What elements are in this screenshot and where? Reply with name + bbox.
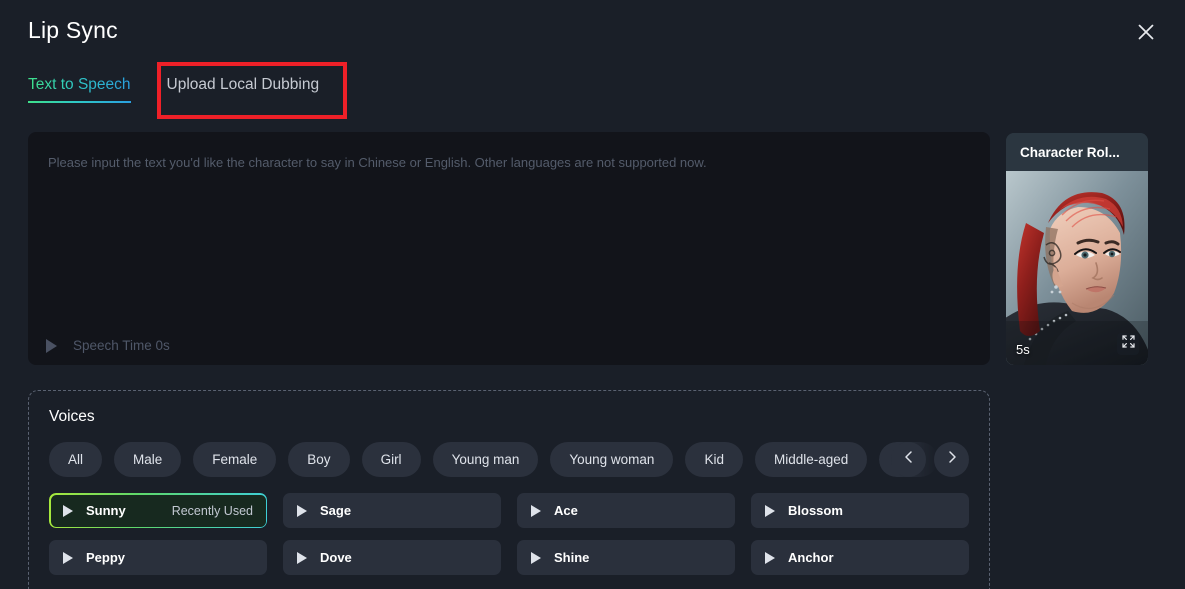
voice-filter-nav [891,442,969,477]
voice-grid: Sunny Recently Used Sage Ace Blossom Pep… [49,493,969,575]
voice-filter-female[interactable]: Female [193,442,277,477]
voice-card-dove[interactable]: Dove [283,540,501,575]
voice-filter-kid[interactable]: Kid [685,442,743,477]
fullscreen-expand-icon [1121,335,1135,353]
voice-card-peppy[interactable]: Peppy [49,540,267,575]
voice-filter-girl[interactable]: Girl [361,442,421,477]
tab-upload-local-dubbing[interactable]: Upload Local Dubbing [167,76,320,103]
tab-bar: Text to Speech Upload Local Dubbing [28,76,319,103]
close-button[interactable] [1132,18,1160,46]
play-icon[interactable] [531,504,541,517]
voice-name: Dove [320,550,352,565]
voice-filter-all[interactable]: All [49,442,103,477]
voice-card-blossom[interactable]: Blossom [751,493,969,528]
play-icon[interactable] [63,504,73,517]
voice-name: Ace [554,503,578,518]
character-role-title: Character Rol... [1006,133,1148,171]
voice-name: Sage [320,503,352,518]
speech-text-placeholder: Please input the text you'd like the cha… [48,155,707,170]
voice-card-ace[interactable]: Ace [517,493,735,528]
play-icon[interactable] [765,504,775,517]
voice-name: Peppy [86,550,126,565]
voice-filter-young-woman[interactable]: Young woman [550,442,674,477]
speech-text-panel[interactable]: Please input the text you'd like the cha… [28,132,990,365]
chevron-right-icon [945,450,959,469]
character-role-thumbnail: 5s [1006,171,1148,365]
character-role-card[interactable]: Character Rol... 5s [1006,133,1148,365]
voice-name: Shine [554,550,590,565]
play-icon[interactable] [63,551,73,564]
voices-title: Voices [49,408,95,425]
voice-filter-row: All Male Female Boy Girl Young man Young… [49,442,969,477]
chevron-left-icon [902,450,916,469]
play-icon[interactable] [765,551,775,564]
voice-name: Sunny [86,503,126,518]
prev-button[interactable] [891,442,926,477]
voice-tag: Recently Used [171,503,253,518]
voice-card-sunny[interactable]: Sunny Recently Used [49,493,267,528]
play-icon[interactable] [46,338,57,353]
next-button[interactable] [934,442,969,477]
voice-name: Anchor [788,550,834,565]
voice-filter-middle-aged[interactable]: Middle-aged [754,442,868,477]
speech-time-row: Speech Time 0s [46,338,170,353]
play-icon[interactable] [531,551,541,564]
close-icon [1136,22,1156,42]
voice-card-anchor[interactable]: Anchor [751,540,969,575]
duration-badge: 5s [1016,342,1030,357]
play-icon[interactable] [297,551,307,564]
voice-card-sage[interactable]: Sage [283,493,501,528]
tab-text-to-speech[interactable]: Text to Speech [28,76,131,103]
expand-button[interactable] [1117,333,1139,355]
voice-filter-male[interactable]: Male [114,442,182,477]
speech-time-label: Speech Time 0s [73,338,170,353]
voice-name: Blossom [788,503,843,518]
voice-filter-boy[interactable]: Boy [288,442,350,477]
play-icon[interactable] [297,504,307,517]
voice-card-shine[interactable]: Shine [517,540,735,575]
voice-filter-young-man[interactable]: Young man [432,442,539,477]
voices-panel: Voices All Male Female Boy Girl Young ma… [28,390,990,589]
page-title: Lip Sync [28,17,118,43]
